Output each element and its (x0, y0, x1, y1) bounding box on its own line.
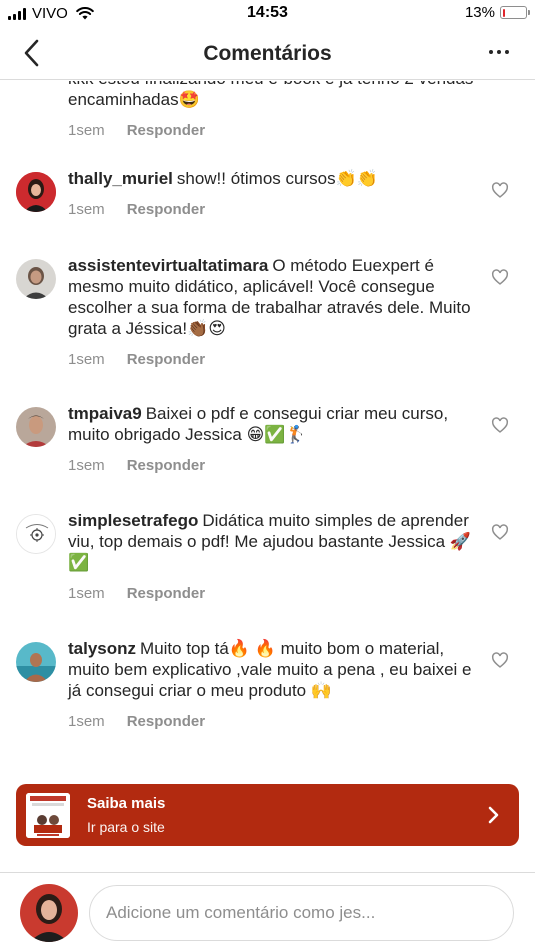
comment-username[interactable]: simplesetrafego (68, 511, 198, 530)
status-right: 13% (464, 4, 530, 21)
reply-button[interactable]: Responder (127, 713, 205, 730)
current-user-avatar[interactable] (20, 884, 78, 942)
comment-composer (0, 872, 535, 951)
comment-item: simplesetrafego Didática muito simples de… (0, 510, 535, 638)
avatar[interactable] (16, 407, 56, 447)
reply-button[interactable]: Responder (127, 585, 205, 602)
comment-meta: 1sem Responder (68, 122, 475, 139)
comment-time: 1sem (68, 351, 105, 368)
comment-username[interactable]: assistentevirtualtatimara (68, 256, 268, 275)
like-heart-icon[interactable] (491, 269, 509, 285)
comment-meta: 1sem Responder (68, 713, 475, 730)
reply-button[interactable]: Responder (127, 201, 205, 218)
like-heart-icon[interactable] (491, 182, 509, 198)
comment-text: kkk estou finalizando meu e-book e já te… (68, 81, 473, 109)
avatar-image (16, 642, 56, 682)
comment-body: tmpaiva9 Baixei o pdf e consegui criar me… (68, 403, 519, 510)
comment-time: 1sem (68, 201, 105, 218)
comment-item: tmpaiva9 Baixei o pdf e consegui criar me… (0, 403, 535, 510)
page-title: Comentários (203, 42, 332, 65)
avatar[interactable] (16, 642, 56, 682)
reply-button[interactable]: Responder (127, 351, 205, 368)
comment-item: assistentevirtualtatimara O método Euexpe… (0, 255, 535, 403)
comment-body: assistentevirtualtatimara O método Euexpe… (68, 255, 519, 403)
comment-meta: 1sem Responder (68, 351, 475, 368)
comment-time: 1sem (68, 585, 105, 602)
status-bar: VIVO 14:53 13% (0, 0, 535, 28)
comment-body: thally_muriel show!! ótimos cursos👏👏 1sem… (68, 168, 519, 255)
comment-meta: 1sem Responder (68, 201, 475, 218)
comment-time: 1sem (68, 122, 105, 139)
current-user-avatar-image (20, 884, 78, 942)
banner-thumbnail-image (26, 793, 70, 838)
comments-list[interactable]: kkk estou finalizando meu e-book e já te… (0, 81, 535, 781)
comment-time: 1sem (68, 457, 105, 474)
comment-username[interactable]: thally_muriel (68, 169, 173, 188)
like-heart-icon[interactable] (491, 417, 509, 433)
comment-item: thally_muriel show!! ótimos cursos👏👏 1sem… (0, 168, 535, 255)
learn-more-banner[interactable]: Saiba mais Ir para o site (16, 784, 519, 846)
banner-title: Saiba mais (87, 795, 166, 812)
avatar-image (16, 407, 56, 447)
comment-username[interactable]: tmpaiva9 (68, 404, 142, 423)
banner-thumbnail (26, 793, 70, 838)
avatar-image (17, 515, 55, 553)
comment-body: kkk estou finalizando meu e-book e já te… (68, 81, 519, 168)
like-heart-icon[interactable] (491, 524, 509, 540)
status-time: 14:53 (247, 4, 288, 21)
comment-item: kkk estou finalizando meu e-book e já te… (0, 81, 535, 168)
avatar[interactable] (16, 259, 56, 299)
avatar-image (16, 259, 56, 299)
comment-meta: 1sem Responder (68, 457, 475, 474)
avatar-image (16, 172, 56, 212)
battery-level (502, 8, 506, 17)
comment-time: 1sem (68, 713, 105, 730)
chevron-right-icon (488, 806, 499, 824)
comment-text: show!! ótimos cursos👏👏 (176, 169, 378, 188)
battery-icon (500, 6, 530, 19)
comment-input[interactable] (89, 885, 514, 941)
comment-body: simplesetrafego Didática muito simples de… (68, 510, 519, 638)
banner-subtitle: Ir para o site (87, 819, 165, 835)
like-heart-icon[interactable] (491, 652, 509, 668)
more-options-icon[interactable] (489, 50, 509, 54)
header: Comentários (0, 28, 535, 80)
comment-meta: 1sem Responder (68, 585, 475, 602)
comment-item: talysonz Muito top tá🔥 🔥 muito bom o mate… (0, 638, 535, 768)
comment-username[interactable]: talysonz (68, 639, 136, 658)
battery-percent: 13% (464, 4, 495, 21)
reply-button[interactable]: Responder (127, 122, 205, 139)
comment-body: talysonz Muito top tá🔥 🔥 muito bom o mate… (68, 638, 519, 768)
avatar[interactable] (16, 514, 56, 554)
avatar[interactable] (16, 172, 56, 212)
reply-button[interactable]: Responder (127, 457, 205, 474)
